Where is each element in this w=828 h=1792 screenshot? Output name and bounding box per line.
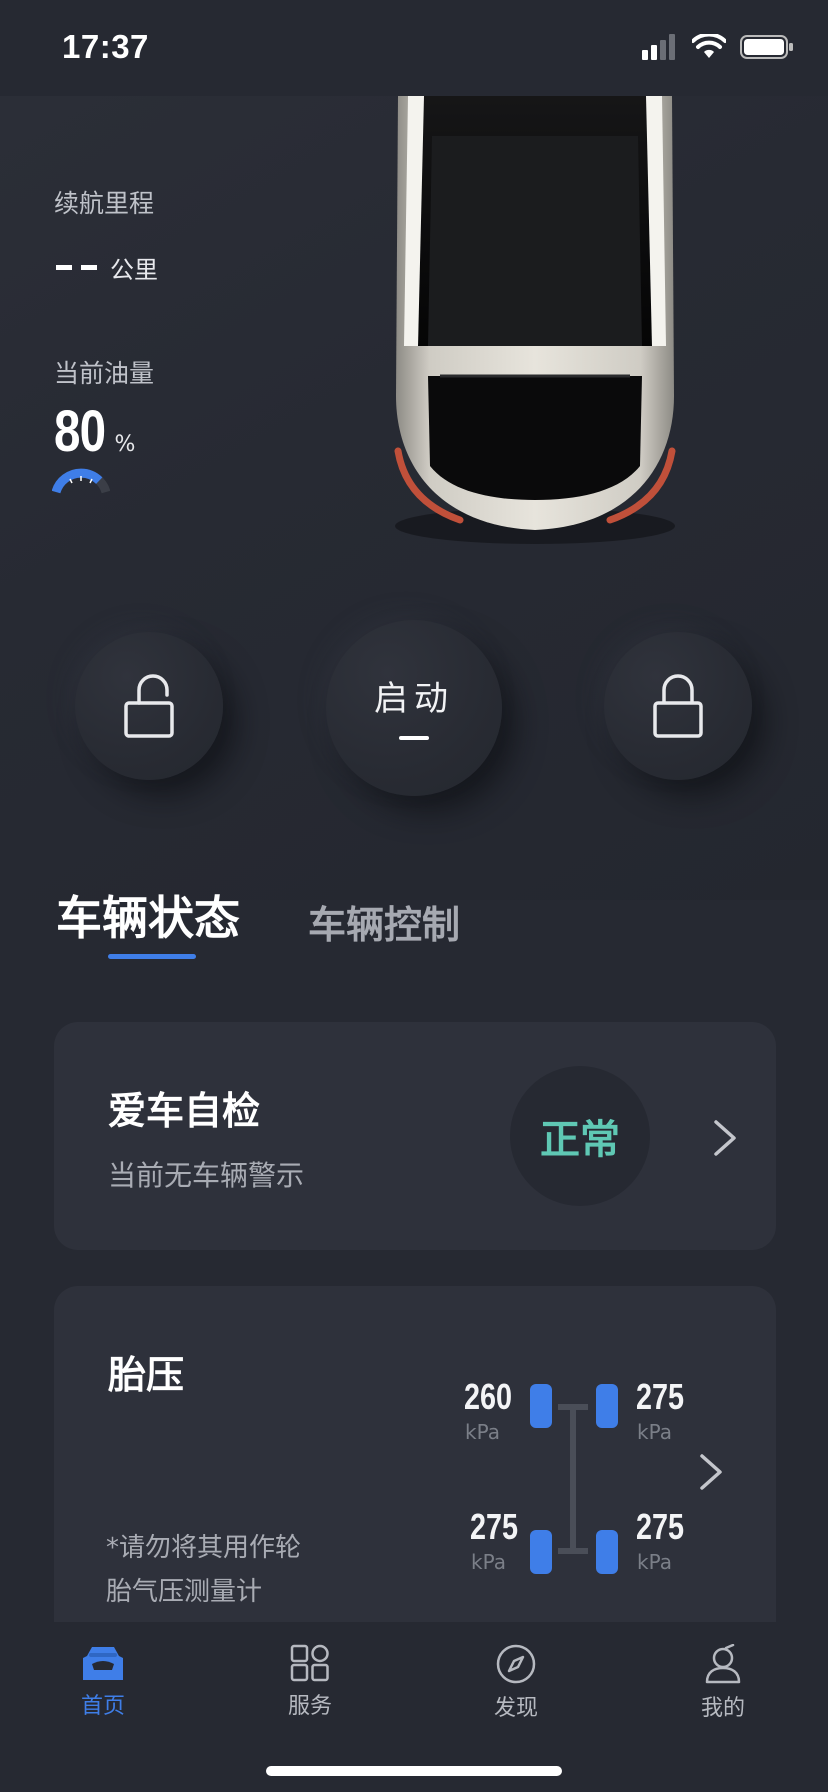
lock-icon: [653, 674, 703, 738]
tire-front-right-icon: [596, 1384, 618, 1428]
cellular-signal-icon: [642, 34, 675, 60]
fuel-gauge-icon: [52, 468, 110, 494]
nav-discover-label: 发现: [493, 1696, 538, 1721]
tire-front-right-unit: kPa: [637, 1420, 672, 1444]
self-check-subtitle: 当前无车辆警示: [108, 1159, 305, 1192]
chevron-right-icon[interactable]: [712, 1118, 738, 1158]
start-indicator-bar: [399, 735, 429, 740]
status-bar: 17:37: [0, 0, 828, 96]
self-check-card[interactable]: 爱车自检 当前无车辆警示 正常: [54, 1022, 776, 1250]
tire-rear-left-unit: kPa: [471, 1550, 506, 1574]
unlock-icon: [124, 674, 174, 738]
wifi-icon: [692, 34, 726, 58]
nav-home[interactable]: 首页: [33, 1644, 173, 1720]
fuel-value-row: 80 %: [54, 398, 135, 465]
tire-rear-left-icon: [530, 1530, 552, 1574]
tire-front-left-icon: [530, 1384, 552, 1428]
fuel-label: 当前油量: [54, 359, 155, 388]
self-check-status: 正常: [540, 1117, 620, 1163]
tire-rear-left-value: 275: [470, 1506, 519, 1547]
tire-front-right-value: 275: [636, 1376, 685, 1417]
active-tab-indicator: [108, 954, 196, 959]
nav-services[interactable]: 服务: [240, 1644, 380, 1720]
user-icon: [705, 1644, 741, 1684]
self-check-status-badge: 正常: [510, 1066, 650, 1206]
fuel-unit: %: [114, 432, 136, 457]
self-check-title: 爱车自检: [108, 1089, 261, 1133]
tire-pressure-card[interactable]: 胎压 *请勿将其用作轮胎气压测量计 260 kPa 275 kPa 275 kP…: [54, 1286, 776, 1626]
nav-services-label: 服务: [287, 1694, 332, 1719]
car-top-view-image: [394, 96, 676, 544]
tire-pressure-title: 胎压: [108, 1353, 185, 1397]
battery-icon: [740, 35, 793, 59]
range-unit: 公里: [110, 256, 158, 284]
home-indicator: [266, 1766, 562, 1776]
nav-profile-label: 我的: [700, 1696, 745, 1721]
grid-icon: [290, 1644, 329, 1682]
unlock-button[interactable]: [75, 632, 223, 780]
compass-icon: [496, 1644, 536, 1684]
nav-home-label: 首页: [80, 1694, 125, 1719]
range-empty-dash: [56, 265, 72, 270]
status-time: 17:37: [62, 28, 149, 65]
tire-rear-right-icon: [596, 1530, 618, 1574]
tire-rear-right-value: 275: [636, 1506, 685, 1547]
chevron-right-icon[interactable]: [698, 1452, 724, 1492]
nav-profile[interactable]: 我的: [653, 1644, 793, 1722]
tire-front-left-unit: kPa: [465, 1420, 500, 1444]
status-icons: [642, 34, 794, 60]
range-label: 续航里程: [54, 189, 155, 218]
tab-vehicle-status[interactable]: 车辆状态: [56, 882, 240, 948]
start-engine-button[interactable]: 启动: [326, 620, 502, 796]
start-label: 启动: [374, 678, 454, 719]
range-value: 公里: [56, 250, 158, 285]
car-home-icon: [83, 1647, 123, 1680]
tire-rear-right-unit: kPa: [637, 1550, 672, 1574]
lock-button[interactable]: [604, 632, 752, 780]
tire-pressure-note: *请勿将其用作轮胎气压测量计: [106, 1533, 302, 1607]
chassis-line: [570, 1404, 576, 1554]
nav-discover[interactable]: 发现: [446, 1644, 586, 1722]
tire-front-left-value: 260: [464, 1376, 513, 1417]
fuel-value: 80: [54, 399, 106, 464]
tab-vehicle-control[interactable]: 车辆控制: [308, 894, 460, 949]
range-empty-dash: [81, 265, 97, 270]
